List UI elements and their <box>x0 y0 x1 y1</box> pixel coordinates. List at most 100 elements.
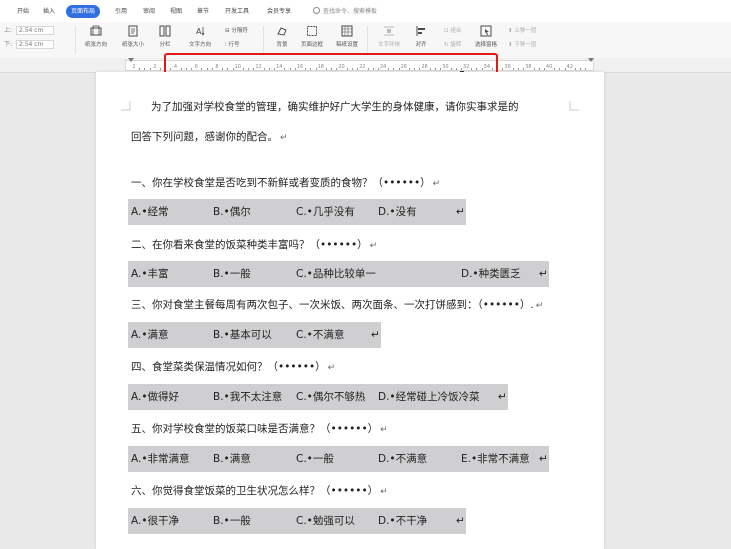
send-backward-button[interactable]: ⬇ 下移一层 <box>508 41 536 50</box>
answer-option[interactable]: D.•经常碰上冷饭冷菜 <box>378 390 480 404</box>
answer-option[interactable]: E.•非常不满意 <box>461 452 530 466</box>
ruler-number: 40 <box>545 64 553 70</box>
rotate-button[interactable]: ↻ 旋转 <box>444 41 461 50</box>
answer-option[interactable]: C.•勉强可以 <box>296 514 355 528</box>
paragraph-mark: ↵ <box>456 515 465 527</box>
right-indent-marker[interactable] <box>588 58 594 62</box>
draft-paper-button[interactable]: 稿纸设置 <box>327 25 367 55</box>
breaks-button[interactable]: ⊟ 分隔符 <box>225 27 248 36</box>
margin-top-label: 上: <box>4 27 13 34</box>
orientation-button[interactable]: 纸张方向 <box>76 25 116 55</box>
answer-options-row[interactable]: A.•很干净 B.•一般 C.•勉强可以 D.•不干净 ↵ <box>128 508 466 534</box>
answer-option[interactable]: D.•没有 <box>378 205 417 219</box>
answer-option[interactable]: B.•满意 <box>213 452 251 466</box>
answer-option[interactable]: C.•不满意 <box>296 328 344 342</box>
text-direction-button[interactable]: A 文字方向 <box>180 25 220 55</box>
answer-options-row[interactable]: A.•非常满意 B.•满意 C.•一般 D.•不满意 E.•非常不满意 ↵ <box>128 446 549 472</box>
answer-options-row[interactable]: A.•满意 B.•基本可以 C.•不满意 ↵ <box>128 322 381 348</box>
answer-option[interactable]: D.•种类匮乏 <box>461 267 521 281</box>
line-numbers-label: 行号 <box>228 42 240 48</box>
margin-bottom-input[interactable]: 2.54 cm <box>16 40 54 49</box>
answer-option[interactable]: A.•丰富 <box>131 267 169 281</box>
align-label: 对齐 <box>415 42 427 48</box>
question-text: 三、你对食堂主餐每周有两次包子、一次米饭、两次面条、一次打饼感到：（••••••… <box>131 299 534 311</box>
answer-option[interactable]: A.•经常 <box>131 205 169 219</box>
intro-line-1[interactable]: 为了加强对学校食堂的管理，确实维护好广大学生的身体健康，请你实事求是的 <box>151 100 519 114</box>
ruler-tick <box>564 68 566 70</box>
intro-line-2[interactable]: 回答下列问题，感谢你的配合。 ↵ <box>131 130 288 145</box>
answer-option[interactable]: A.•很干净 <box>131 514 179 528</box>
margin-bottom-label: 下: <box>4 41 13 48</box>
ruler-tick <box>559 68 561 70</box>
left-indent-marker[interactable] <box>128 58 134 62</box>
answer-option[interactable]: D.•不干净 <box>378 514 427 528</box>
text-direction-icon: A <box>194 25 206 37</box>
bring-forward-button[interactable]: ⬆ 上移一层 <box>508 27 536 36</box>
answer-option[interactable]: A.•做得好 <box>131 390 179 404</box>
answer-option[interactable]: B.•基本可以 <box>213 328 272 342</box>
answer-option[interactable]: A.•满意 <box>131 328 169 342</box>
margin-top-input[interactable]: 2.54 cm <box>16 26 54 35</box>
question-5[interactable]: 五、你对学校食堂的饭菜口味是否满意？（••••••） ↵ <box>131 422 388 437</box>
ruler-tick <box>585 68 587 70</box>
tab-insert[interactable]: 插入 <box>43 5 55 18</box>
question-2[interactable]: 二、在你看来食堂的饭菜种类丰富吗？（••••••） ↵ <box>131 238 377 253</box>
paragraph-mark: ↵ <box>432 179 441 189</box>
tab-view[interactable]: 视图 <box>170 5 182 18</box>
selection-pane-button[interactable]: 选择窗格 <box>466 25 506 55</box>
answer-options-row[interactable]: A.•经常 B.•偶尔 C.•几乎没有 D.•没有 ↵ <box>128 199 466 225</box>
answer-option[interactable]: B.•偶尔 <box>213 205 251 219</box>
margin-bottom-field[interactable]: 下: 2.54 cm <box>4 40 54 50</box>
paragraph-mark: ↵ <box>456 206 465 218</box>
bring-forward-label: 上移一层 <box>514 28 537 34</box>
paragraph-mark: ↵ <box>539 453 548 465</box>
question-3[interactable]: 三、你对食堂主餐每周有两次包子、一次米饭、两次面条、一次打饼感到：（••••••… <box>131 298 543 313</box>
tab-member[interactable]: 会员专享 <box>267 5 291 18</box>
breaks-label: 分隔符 <box>231 28 248 34</box>
ruler-number: 38 <box>525 64 532 70</box>
draft-paper-label: 稿纸设置 <box>335 42 358 48</box>
ruler-tick <box>502 68 504 70</box>
answer-option[interactable]: B.•我不太注意 <box>213 390 282 404</box>
command-search[interactable]: 查找命令、搜索模板 <box>313 5 377 18</box>
answer-option[interactable]: C.•偶尔不够热 <box>296 390 365 404</box>
ruler-tick <box>149 68 151 70</box>
answer-option[interactable]: B.•一般 <box>213 514 251 528</box>
answer-options-row[interactable]: A.•做得好 B.•我不太注意 C.•偶尔不够热 D.•经常碰上冷饭冷菜 ↵ <box>128 384 508 410</box>
group-button[interactable]: ⊡ 组合 <box>444 27 461 36</box>
answer-option[interactable]: C.•一般 <box>296 452 334 466</box>
answer-option[interactable]: B.•一般 <box>213 267 251 281</box>
question-1[interactable]: 一、你在学校食堂是否吃到不新鲜或者变质的食物？（••••••） ↵ <box>131 176 440 191</box>
margin-top-field[interactable]: 上: 2.54 cm <box>4 26 54 36</box>
text-wrap-icon <box>383 25 395 37</box>
ruler-tick <box>523 68 525 70</box>
question-4[interactable]: 四、食堂菜类保温情况如何？（••••••） ↵ <box>131 360 335 375</box>
ruler-tick <box>512 68 514 70</box>
search-icon <box>313 7 320 14</box>
ruler-number: 36 <box>504 64 511 70</box>
answer-option[interactable]: D.•不满意 <box>378 452 427 466</box>
answer-option[interactable]: A.•非常满意 <box>131 452 190 466</box>
ruler-tick <box>517 68 519 70</box>
ruler-tick <box>159 68 161 70</box>
paragraph-mark: ↵ <box>380 487 388 497</box>
tab-sections[interactable]: 章节 <box>197 5 209 18</box>
group-label: 组合 <box>450 28 462 34</box>
tab-developer[interactable]: 开发工具 <box>225 5 249 18</box>
page-border-button[interactable]: 页面边框 <box>292 25 332 55</box>
ruler-number: 2 <box>132 64 136 70</box>
paragraph-mark: ↵ <box>371 329 380 341</box>
ruler-number: 2 <box>153 64 157 70</box>
columns-button[interactable]: 分栏 <box>145 25 185 55</box>
answer-options-row[interactable]: A.•丰富 B.•一般 C.•品种比较单一 D.•种类匮乏 ↵ <box>128 261 549 287</box>
question-6[interactable]: 六、你觉得食堂饭菜的卫生状况怎么样？（••••••） ↵ <box>131 484 388 499</box>
tab-references[interactable]: 引用 <box>115 5 127 18</box>
answer-option[interactable]: C.•品种比较单一 <box>296 267 376 281</box>
tab-start[interactable]: 开始 <box>17 5 29 18</box>
answer-option[interactable]: C.•几乎没有 <box>296 205 355 219</box>
align-button[interactable]: 对齐 <box>401 25 441 55</box>
line-numbers-button[interactable]: ⁝ 行号 <box>225 41 240 50</box>
tab-page-layout[interactable]: 页面布局 <box>66 5 101 18</box>
tab-review[interactable]: 审阅 <box>143 5 155 18</box>
question-text: 二、在你看来食堂的饭菜种类丰富吗？（••••••） <box>131 239 368 251</box>
